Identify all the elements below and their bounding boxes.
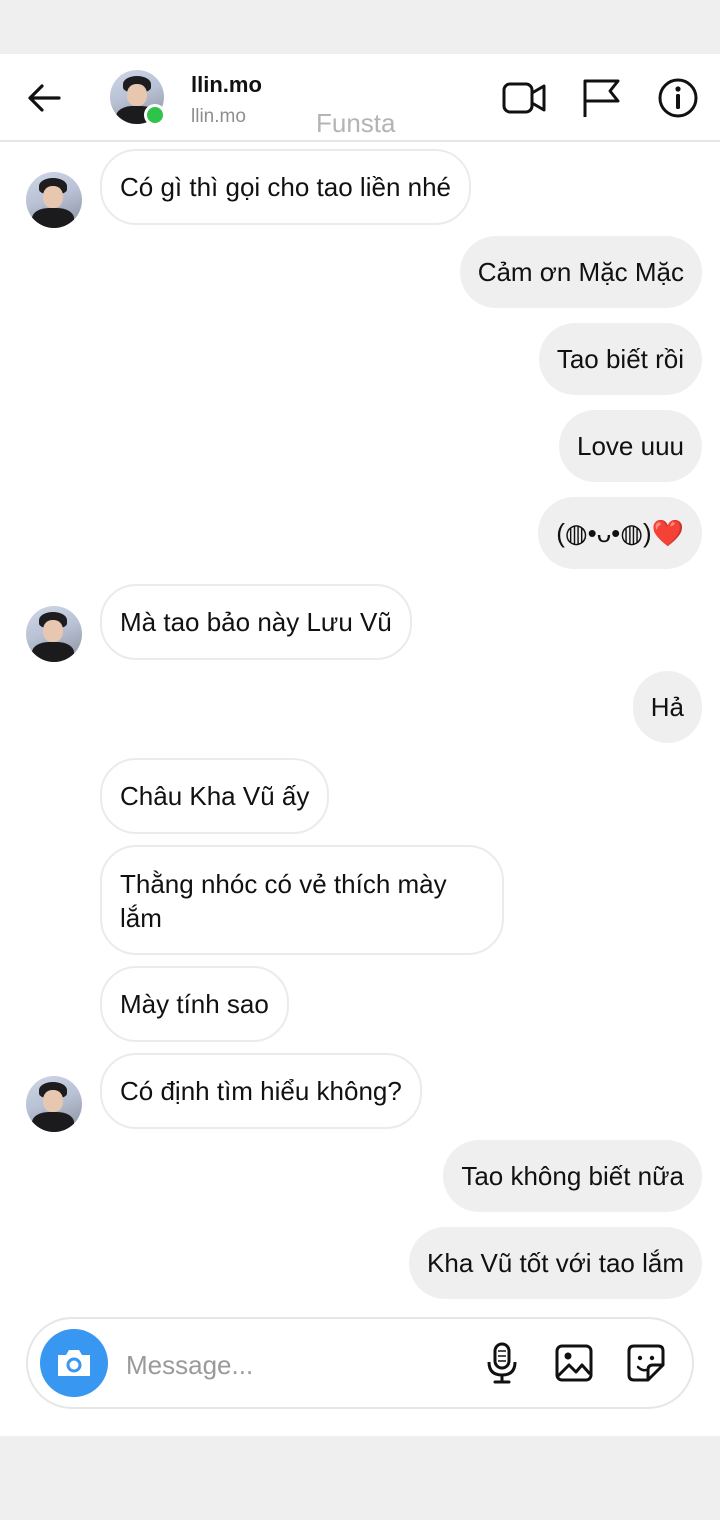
message-bubble-outgoing[interactable]: Hả <box>632 671 702 743</box>
back-button[interactable] <box>22 78 66 118</box>
status-bar <box>0 0 720 54</box>
contact-avatar[interactable] <box>110 70 166 126</box>
message-bubble-outgoing[interactable]: Love uuu <box>559 410 702 482</box>
avatar <box>26 606 82 662</box>
arrow-left-icon <box>28 84 61 112</box>
microphone-icon <box>487 1342 517 1384</box>
sender-avatar[interactable] <box>26 172 82 228</box>
message-bubble-outgoing[interactable]: Tao không biết nữa <box>443 1140 702 1212</box>
watermark-label: Funsta <box>316 108 396 138</box>
message-input[interactable] <box>124 1339 458 1391</box>
video-call-button[interactable] <box>500 74 548 122</box>
chat-header: llin.mo llin.mo Funsta <box>0 54 720 142</box>
sender-avatar[interactable] <box>26 606 82 662</box>
avatar <box>26 1076 82 1132</box>
contact-name[interactable]: llin.mo <box>191 72 262 98</box>
message-bubble-outgoing[interactable]: Kha Vũ tốt với tao lắm <box>409 1227 702 1299</box>
message-bubble-outgoing[interactable]: (◍•ᴗ•◍)❤️ <box>538 497 702 569</box>
image-icon <box>555 1344 593 1382</box>
message-composer <box>26 1317 694 1409</box>
message-bubble-incoming[interactable]: Mà tao bảo này Lưu Vũ <box>100 584 412 660</box>
avatar <box>26 172 82 228</box>
message-bubble-incoming[interactable]: Thằng nhóc có vẻ thích mày lắm <box>100 845 504 955</box>
camera-icon <box>58 1350 90 1376</box>
message-bubble-incoming[interactable]: Mày tính sao <box>100 966 289 1042</box>
message-bubble-incoming[interactable]: Châu Kha Vũ ấy <box>100 758 330 834</box>
message-bubble-incoming[interactable]: Có gì thì gọi cho tao liền nhé <box>100 149 472 225</box>
message-bubble-incoming[interactable]: Có định tìm hiểu không? <box>100 1053 422 1129</box>
info-icon <box>658 78 698 118</box>
sender-avatar[interactable] <box>26 1076 82 1132</box>
sticker-icon <box>627 1344 665 1382</box>
sticker-button[interactable] <box>622 1339 670 1387</box>
report-button[interactable] <box>577 74 625 122</box>
message-bubble-outgoing[interactable]: Tao biết rồi <box>538 323 702 395</box>
message-bubble-outgoing[interactable]: Cảm ơn Mặc Mặc <box>459 236 702 308</box>
info-button[interactable] <box>654 74 702 122</box>
contact-handle: llin.mo <box>191 106 246 127</box>
flag-icon <box>583 79 620 117</box>
gallery-button[interactable] <box>550 1339 598 1387</box>
voice-message-button[interactable] <box>478 1339 526 1387</box>
online-status-dot <box>144 104 166 126</box>
navigation-bar <box>0 1436 720 1520</box>
camera-button[interactable] <box>40 1329 108 1397</box>
video-camera-icon <box>502 82 546 114</box>
